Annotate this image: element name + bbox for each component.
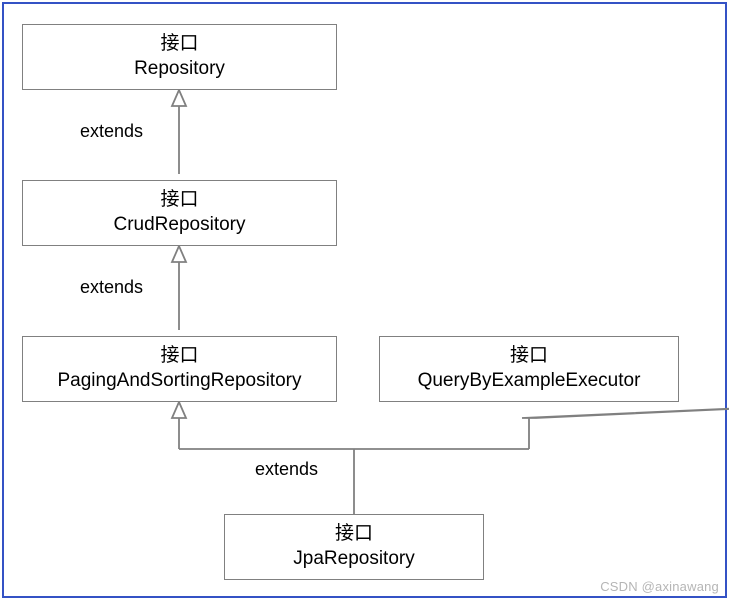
edge-label-jpa-parents: extends [255,459,318,480]
classname-crud: CrudRepository [114,213,246,238]
edge-label-paging-crud: extends [80,277,143,298]
stereotype-label: 接口 [160,344,198,369]
stereotype-label: 接口 [510,344,548,369]
node-jpa-repository: 接口 JpaRepository [224,514,484,580]
classname-qbe: QueryByExampleExecutor [418,369,641,394]
diagram-frame: 接口 Repository extends 接口 CrudRepository … [2,2,727,598]
classname-repository: Repository [134,57,225,82]
stereotype-label: 接口 [335,522,373,547]
stereotype-label: 接口 [160,188,198,213]
edge-label-crud-repo: extends [80,121,143,142]
stereotype-label: 接口 [160,32,198,57]
classname-paging: PagingAndSortingRepository [58,369,302,394]
node-repository: 接口 Repository [22,24,337,90]
node-qbe: 接口 QueryByExampleExecutor [379,336,679,402]
classname-jpa: JpaRepository [293,547,414,572]
node-paging-repository: 接口 PagingAndSortingRepository [22,336,337,402]
watermark: CSDN @axinawang [600,579,719,594]
node-crud-repository: 接口 CrudRepository [22,180,337,246]
